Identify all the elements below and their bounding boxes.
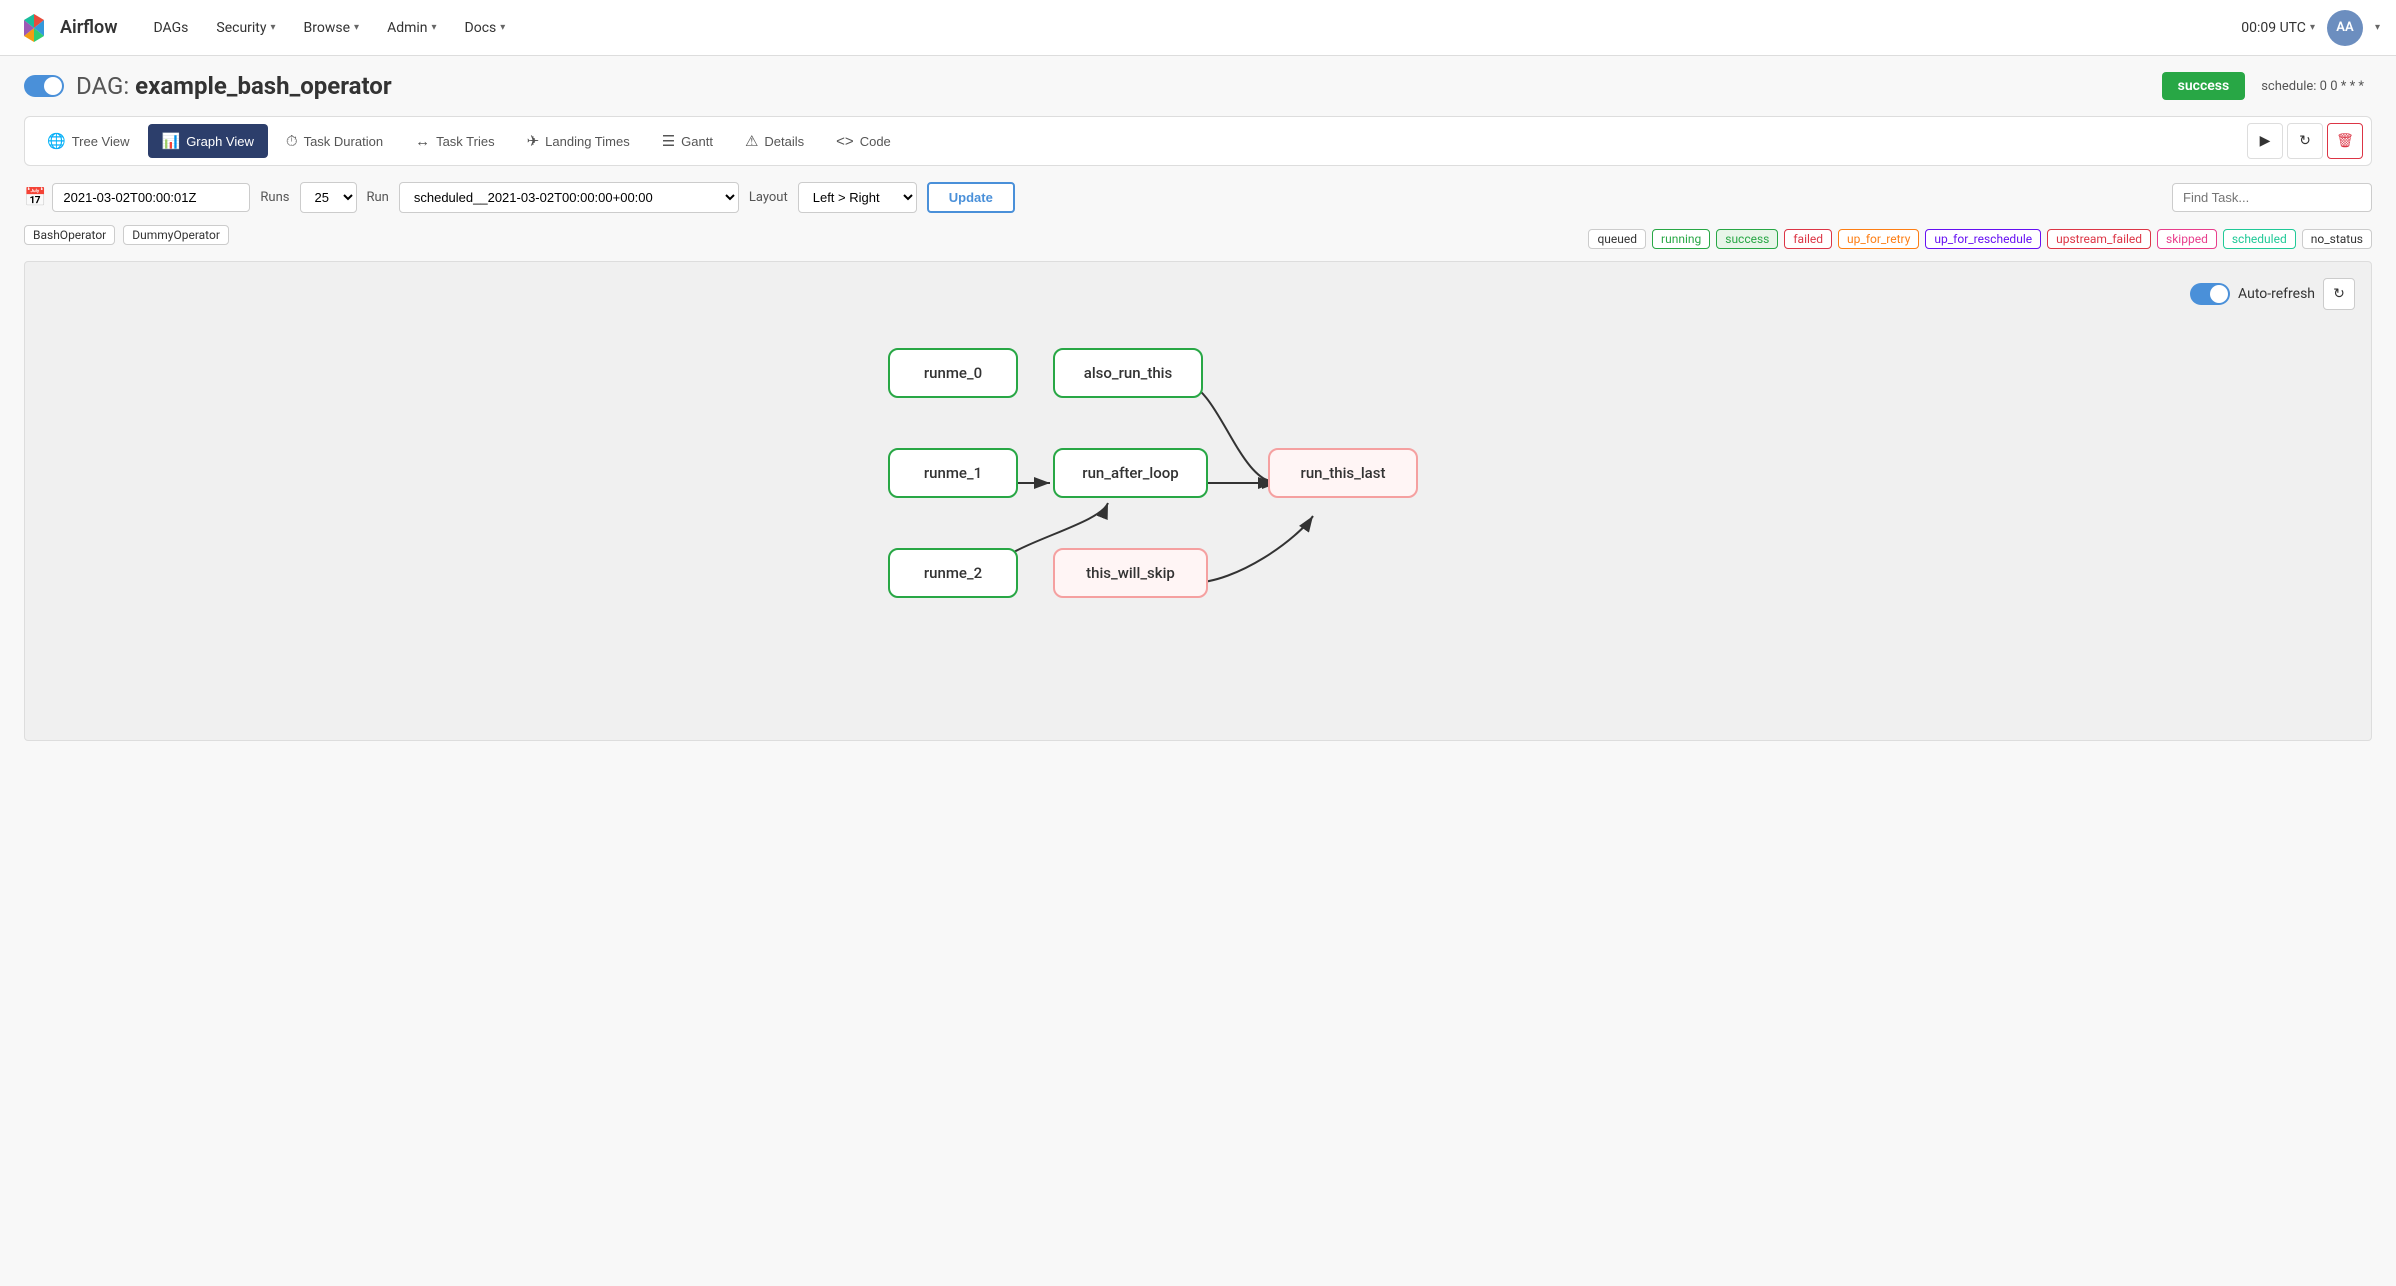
node-runme-1[interactable]: runme_1 — [888, 448, 1018, 498]
browse-chevron-icon: ▾ — [354, 22, 359, 33]
nav-docs[interactable]: Docs ▾ — [453, 14, 518, 42]
tabs-left: 🌐 Tree View 📊 Graph View ⏱ Task Duration… — [33, 124, 905, 158]
edge-this-will-skip-to-run-this-last — [1191, 516, 1313, 583]
auto-refresh-toggle[interactable] — [2190, 283, 2230, 305]
status-upstream-failed: upstream_failed — [2047, 229, 2151, 249]
airflow-logo — [16, 10, 52, 46]
gantt-icon: ☰ — [662, 132, 675, 150]
navbar-right: 00:09 UTC ▾ AA ▾ — [2241, 10, 2380, 46]
tab-task-tries[interactable]: ↔ Task Tries — [401, 125, 509, 158]
admin-chevron-icon: ▾ — [432, 22, 437, 33]
auto-refresh-row: Auto-refresh ↻ — [2190, 278, 2355, 310]
dag-badges: success schedule: 0 0 * * * — [2162, 72, 2372, 100]
tab-code[interactable]: <> Code — [822, 125, 905, 158]
status-up-for-retry: up_for_retry — [1838, 229, 1919, 249]
refresh-icon: ↻ — [2299, 133, 2311, 149]
tab-tree-view[interactable]: 🌐 Tree View — [33, 124, 144, 158]
node-runme-2[interactable]: runme_2 — [888, 548, 1018, 598]
status-running: running — [1652, 229, 1710, 249]
dag-title: DAG: example_bash_operator — [76, 72, 392, 100]
tab-task-duration[interactable]: ⏱ Task Duration — [272, 125, 397, 158]
run-select[interactable]: scheduled__2021-03-02T00:00:00+00:00 — [399, 182, 739, 213]
user-avatar[interactable]: AA — [2327, 10, 2363, 46]
node-run-after-loop[interactable]: run_after_loop — [1053, 448, 1208, 498]
dag-schedule-badge: schedule: 0 0 * * * — [2253, 73, 2372, 100]
task-duration-icon: ⏱ — [286, 133, 298, 150]
nav-dags[interactable]: DAGs — [142, 14, 201, 42]
tab-landing-times[interactable]: ✈ Landing Times — [513, 124, 644, 158]
nav-admin[interactable]: Admin ▾ — [375, 14, 448, 42]
tab-graph-view[interactable]: 📊 Graph View — [148, 124, 268, 158]
time-display[interactable]: 00:09 UTC ▾ — [2241, 20, 2315, 36]
task-tries-icon: ↔ — [415, 133, 430, 150]
delete-button[interactable]: 🗑 — [2327, 123, 2363, 159]
status-no-status: no_status — [2302, 229, 2372, 249]
nav-security[interactable]: Security ▾ — [204, 14, 287, 42]
tab-gantt[interactable]: ☰ Gantt — [648, 124, 727, 158]
dag-header: DAG: example_bash_operator success sched… — [24, 72, 2372, 100]
graph-view-icon: 📊 — [162, 132, 181, 150]
details-icon: ⚠ — [745, 132, 758, 150]
runs-select[interactable]: 25 — [300, 182, 357, 213]
nav-browse[interactable]: Browse ▾ — [292, 14, 372, 42]
tab-details[interactable]: ⚠ Details — [731, 124, 818, 158]
node-runme-0[interactable]: runme_0 — [888, 348, 1018, 398]
status-skipped: skipped — [2157, 229, 2217, 249]
docs-chevron-icon: ▾ — [500, 22, 505, 33]
dag-toggle[interactable] — [24, 75, 64, 97]
landing-times-icon: ✈ — [527, 132, 540, 150]
status-scheduled: scheduled — [2223, 229, 2296, 249]
graph-area: Auto-refresh ↻ — [24, 261, 2372, 741]
security-chevron-icon: ▾ — [271, 22, 276, 33]
dummy-operator-tag[interactable]: DummyOperator — [123, 225, 229, 245]
code-icon: <> — [836, 133, 854, 150]
tags-row: BashOperator DummyOperator queued runnin… — [24, 225, 2372, 253]
tree-view-icon: 🌐 — [47, 132, 66, 150]
node-run-this-last[interactable]: run_this_last — [1268, 448, 1418, 498]
view-tabs: 🌐 Tree View 📊 Graph View ⏱ Task Duration… — [24, 116, 2372, 166]
runs-label: Runs — [260, 190, 289, 205]
user-chevron-icon: ▾ — [2375, 22, 2380, 33]
tabs-right: ▶ ↻ 🗑 — [2247, 123, 2363, 159]
auto-refresh-button[interactable]: ↻ — [2323, 278, 2355, 310]
status-success: success — [1716, 229, 1778, 249]
date-input[interactable] — [52, 183, 250, 212]
bash-operator-tag[interactable]: BashOperator — [24, 225, 115, 245]
calendar-icon[interactable]: 📅 — [24, 187, 46, 208]
node-also-run-this[interactable]: also_run_this — [1053, 348, 1203, 398]
date-picker-group: 📅 — [24, 183, 250, 212]
dag-status-badge[interactable]: success — [2162, 72, 2246, 100]
status-tags: queued running success failed up_for_ret… — [1588, 229, 2372, 249]
refresh-cycle-icon: ↻ — [2333, 286, 2345, 302]
status-queued: queued — [1588, 229, 1646, 249]
run-label: Run — [367, 190, 389, 205]
refresh-button[interactable]: ↻ — [2287, 123, 2323, 159]
time-chevron-icon: ▾ — [2310, 22, 2315, 33]
node-this-will-skip[interactable]: this_will_skip — [1053, 548, 1208, 598]
operator-tags: BashOperator DummyOperator — [24, 225, 229, 245]
play-icon: ▶ — [2260, 133, 2271, 149]
dag-title-row: DAG: example_bash_operator — [24, 72, 392, 100]
layout-select[interactable]: Left > Right Top > Bottom — [798, 182, 917, 213]
controls-bar: 📅 Runs 25 Run scheduled__2021-03-02T00:0… — [24, 182, 2372, 213]
navbar-nav: DAGs Security ▾ Browse ▾ Admin ▾ Docs ▾ — [142, 14, 2218, 42]
play-button[interactable]: ▶ — [2247, 123, 2283, 159]
brand[interactable]: Airflow — [16, 10, 118, 46]
auto-refresh-label: Auto-refresh — [2238, 286, 2315, 302]
find-task-input[interactable] — [2172, 183, 2372, 212]
update-button[interactable]: Update — [927, 182, 1015, 213]
status-failed: failed — [1784, 229, 1832, 249]
status-up-for-reschedule: up_for_reschedule — [1925, 229, 2041, 249]
delete-icon: 🗑 — [2336, 133, 2354, 149]
main-content: DAG: example_bash_operator success sched… — [0, 56, 2396, 757]
layout-label: Layout — [749, 190, 788, 205]
navbar: Airflow DAGs Security ▾ Browse ▾ Admin ▾… — [0, 0, 2396, 56]
